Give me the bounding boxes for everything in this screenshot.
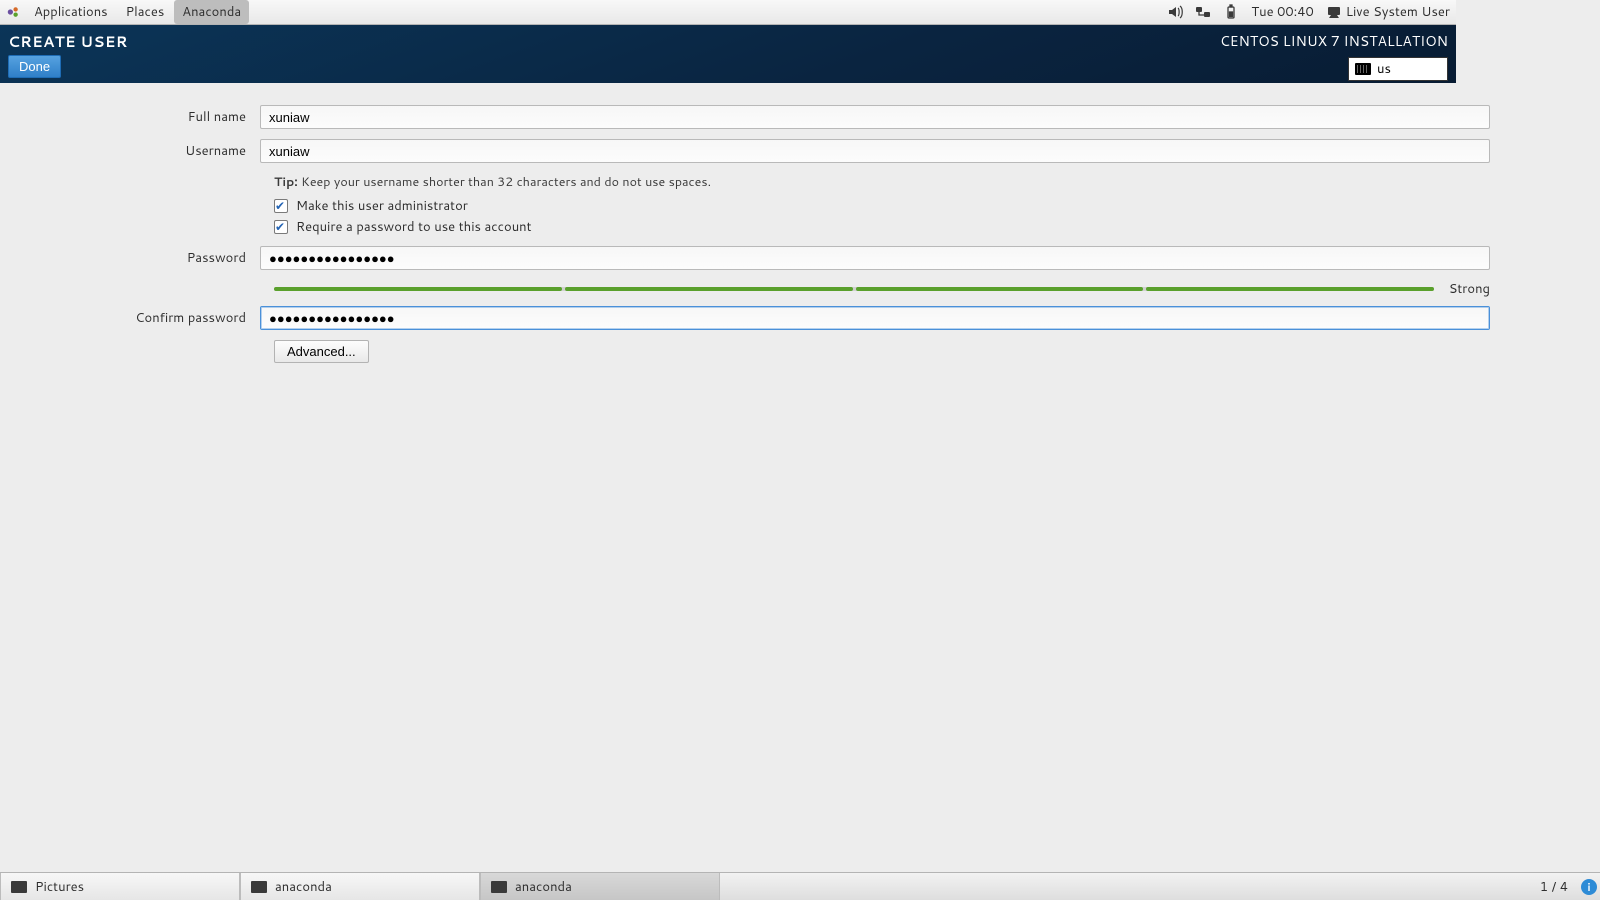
admin-checkbox-label: Make this user administrator bbox=[296, 197, 468, 215]
create-user-form: Full name Username Tip: Keep your userna… bbox=[90, 105, 1490, 363]
confirm-password-label: Confirm password bbox=[90, 309, 260, 327]
task-label: anaconda bbox=[275, 878, 332, 896]
window-icon bbox=[251, 881, 267, 893]
task-label: anaconda bbox=[515, 878, 572, 896]
user-label: Live System User bbox=[1346, 3, 1450, 21]
battery-icon[interactable] bbox=[1223, 4, 1239, 20]
tip-prefix: Tip: bbox=[274, 173, 298, 191]
menu-applications[interactable]: Applications bbox=[26, 0, 116, 24]
notification-icon[interactable]: i bbox=[1578, 873, 1600, 900]
gnome-topbar: Applications Places Anaconda Tue 00:40 L… bbox=[0, 0, 1456, 25]
require-password-checkbox-label: Require a password to use this account bbox=[296, 218, 532, 236]
menu-places[interactable]: Places bbox=[118, 0, 173, 24]
fullname-label: Full name bbox=[90, 108, 260, 126]
tip-text: Keep your username shorter than 32 chara… bbox=[298, 173, 711, 191]
password-input[interactable] bbox=[260, 246, 1490, 270]
admin-checkbox[interactable] bbox=[274, 199, 288, 213]
topbar-left: Applications Places Anaconda bbox=[6, 0, 249, 24]
volume-icon[interactable] bbox=[1167, 4, 1183, 20]
user-menu[interactable]: Live System User bbox=[1326, 3, 1450, 21]
password-label: Password bbox=[90, 249, 260, 267]
keyboard-layout-label: us bbox=[1377, 60, 1391, 78]
row-admin-checkbox[interactable]: Make this user administrator bbox=[274, 197, 1490, 215]
window-icon bbox=[491, 881, 507, 893]
task-anaconda-2[interactable]: anaconda bbox=[480, 873, 720, 900]
row-require-password-checkbox[interactable]: Require a password to use this account bbox=[274, 218, 1490, 236]
network-icon[interactable] bbox=[1195, 4, 1211, 20]
task-anaconda-1[interactable]: anaconda bbox=[240, 873, 480, 900]
username-tip: Tip: Keep your username shorter than 32 … bbox=[274, 173, 1490, 191]
user-presence-icon bbox=[1326, 4, 1342, 20]
task-pictures[interactable]: Pictures bbox=[0, 873, 240, 900]
form-area: Full name Username Tip: Keep your userna… bbox=[0, 83, 1600, 872]
row-advanced: Advanced... bbox=[274, 340, 1490, 363]
clock[interactable]: Tue 00:40 bbox=[1251, 3, 1313, 21]
row-confirm-password: Confirm password bbox=[90, 306, 1490, 330]
window-icon bbox=[11, 881, 27, 893]
task-label: Pictures bbox=[35, 878, 84, 896]
installer-subtitle: CENTOS LINUX 7 INSTALLATION bbox=[1220, 31, 1448, 51]
row-username: Username bbox=[90, 139, 1490, 163]
username-input[interactable] bbox=[260, 139, 1490, 163]
fullname-input[interactable] bbox=[260, 105, 1490, 129]
topbar-right: Tue 00:40 Live System User bbox=[1167, 3, 1450, 21]
password-strength-meter: Strong bbox=[274, 280, 1490, 298]
distro-logo-icon bbox=[6, 5, 20, 19]
taskbar-spacer bbox=[720, 873, 1530, 900]
workspace-indicator[interactable]: 1 / 4 bbox=[1530, 873, 1578, 900]
menu-app-anaconda[interactable]: Anaconda bbox=[174, 0, 249, 24]
row-fullname: Full name bbox=[90, 105, 1490, 129]
password-strength-label: Strong bbox=[1444, 280, 1490, 298]
done-button[interactable]: Done bbox=[8, 55, 61, 78]
username-label: Username bbox=[90, 142, 260, 160]
anaconda-header: CREATE USER CENTOS LINUX 7 INSTALLATION … bbox=[0, 25, 1456, 83]
keyboard-icon bbox=[1355, 63, 1371, 75]
gnome-taskbar: Pictures anaconda anaconda 1 / 4 i bbox=[0, 872, 1600, 900]
advanced-button[interactable]: Advanced... bbox=[274, 340, 369, 363]
keyboard-layout-indicator[interactable]: us bbox=[1348, 57, 1448, 81]
confirm-password-input[interactable] bbox=[260, 306, 1490, 330]
password-strength-bar bbox=[274, 287, 1434, 291]
row-password: Password bbox=[90, 246, 1490, 270]
require-password-checkbox[interactable] bbox=[274, 220, 288, 234]
